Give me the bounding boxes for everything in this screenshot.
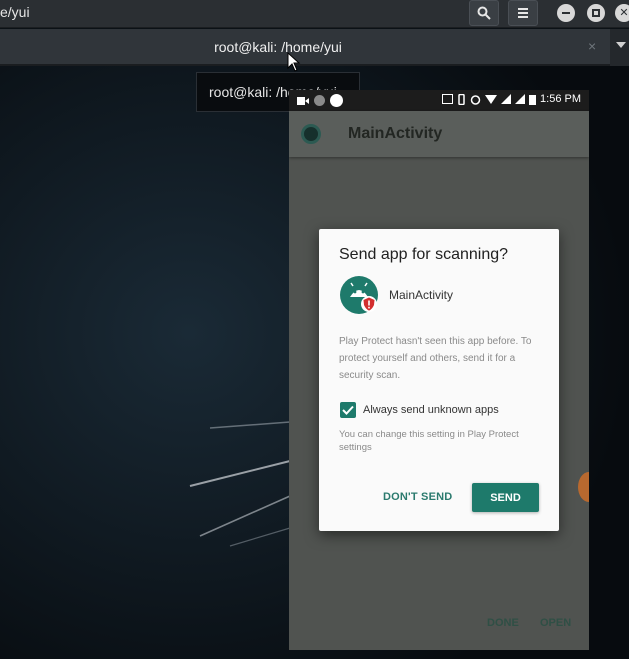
app-logo-icon: [301, 124, 321, 144]
phone-status-bar: 1:56 PM: [289, 90, 589, 111]
dialog-title: Send app for scanning?: [339, 246, 509, 263]
search-icon: [477, 6, 491, 20]
send-button[interactable]: SEND: [472, 483, 539, 512]
window-title: e/yui: [0, 4, 30, 20]
tab-title: root@kali: /home/yui: [214, 39, 342, 55]
tab-list-dropdown-icon[interactable]: [616, 42, 626, 48]
status-time: 1:56 PM: [540, 93, 581, 105]
dialog-app-name: MainActivity: [389, 288, 454, 302]
android-app-icon: [340, 276, 378, 314]
terminal-tab[interactable]: root@kali: /home/yui ×: [0, 29, 610, 66]
mouse-cursor-icon: [287, 52, 301, 72]
maximize-icon: [592, 9, 600, 17]
search-button[interactable]: [469, 0, 499, 26]
tab-bar: root@kali: /home/yui ×: [0, 29, 629, 66]
dialog-settings-note: You can change this setting in Play Prot…: [339, 429, 519, 453]
vibrate-icon: [458, 93, 465, 105]
floating-action-button[interactable]: [578, 472, 589, 502]
dialog-body-text: Play Protect hasn't seen this app before…: [339, 336, 532, 381]
alarm-icon: [470, 94, 481, 105]
app-title: MainActivity: [348, 125, 443, 142]
notification-circle-icon: [330, 94, 343, 107]
minimize-icon: [562, 12, 570, 14]
notification-dot-icon: [314, 95, 325, 106]
checkmark-icon: [342, 405, 354, 415]
wifi-icon: [485, 95, 498, 104]
dont-send-button[interactable]: DON'T SEND: [383, 491, 452, 503]
send-app-dialog: Send app for scanning? MainActivity Play…: [319, 229, 559, 531]
close-button[interactable]: ✕: [615, 4, 629, 22]
video-camera-icon: [297, 96, 309, 105]
done-button[interactable]: DONE: [487, 617, 519, 629]
signal-icon: [501, 94, 512, 104]
maximize-button[interactable]: [587, 4, 605, 22]
signal-2-icon: [515, 94, 526, 104]
open-button[interactable]: OPEN: [540, 617, 571, 629]
minimize-button[interactable]: [557, 4, 575, 22]
close-icon: ✕: [619, 6, 629, 19]
tab-close-icon[interactable]: ×: [588, 38, 596, 54]
battery-icon: [529, 94, 537, 105]
cast-icon: [442, 94, 454, 104]
always-send-checkbox[interactable]: [340, 402, 356, 418]
menu-button[interactable]: [508, 0, 538, 26]
hamburger-menu-icon: [518, 8, 528, 18]
always-send-checkbox-label[interactable]: Always send unknown apps: [363, 404, 499, 416]
app-toolbar: MainActivity: [289, 111, 589, 157]
terminal-titlebar: e/yui ✕: [0, 0, 629, 28]
